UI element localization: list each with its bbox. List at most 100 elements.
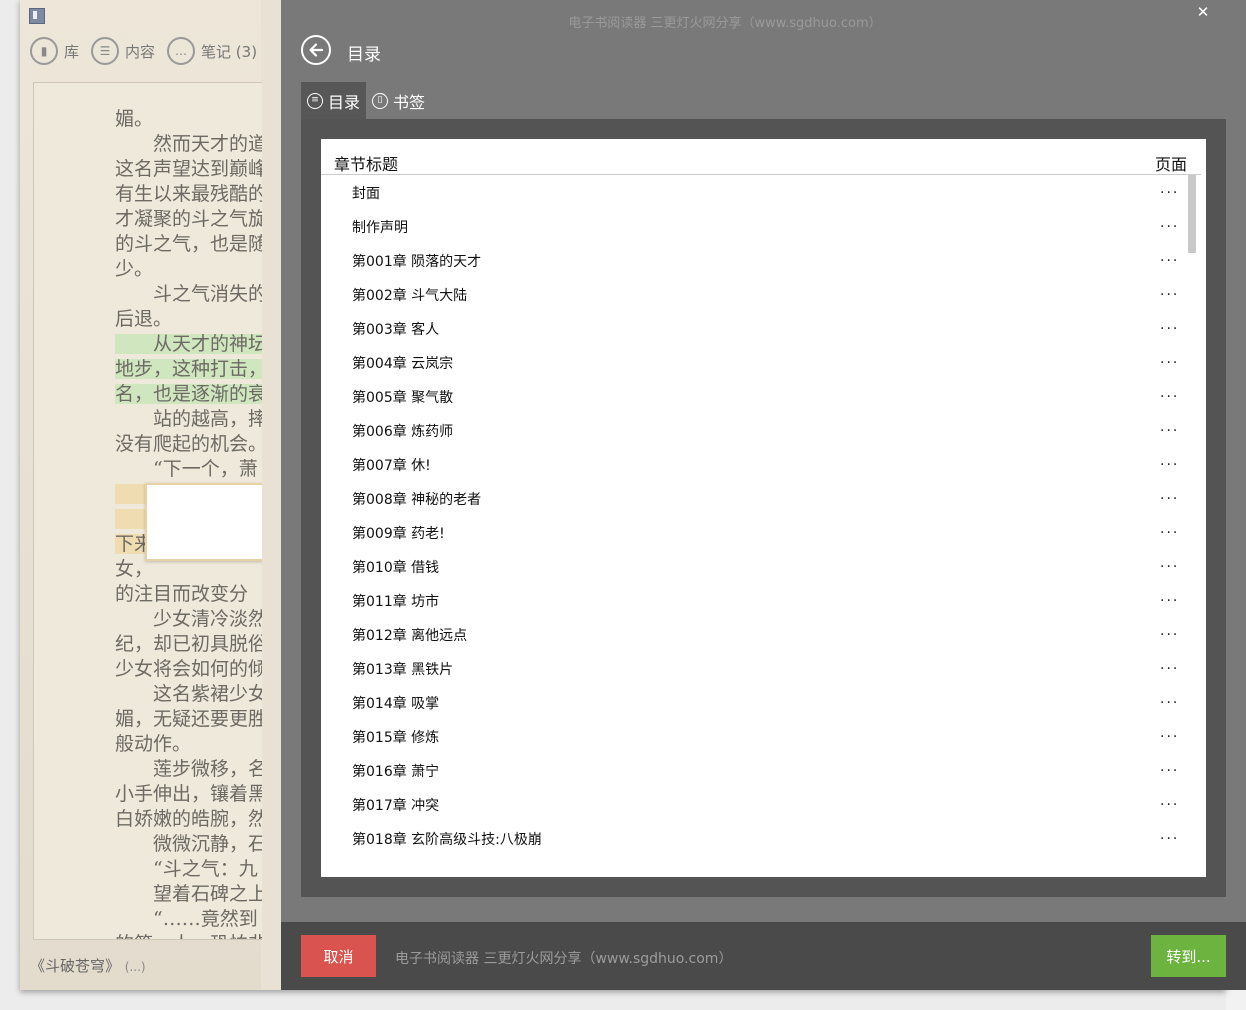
app-icon [29, 8, 45, 24]
chapter-page: ... [1160, 283, 1180, 299]
tab-contents[interactable]: ≡ 目录 [301, 82, 367, 119]
library-label: 库 [64, 42, 80, 61]
chapter-row[interactable]: 第010章 借钱... [321, 549, 1187, 583]
column-header-page: 页面 [1155, 155, 1188, 174]
notes-button[interactable]: … 笔记 (3) [167, 37, 257, 65]
chapter-row[interactable]: 第001章 陨落的天才... [321, 243, 1187, 277]
page-line: 媚。 [115, 108, 154, 130]
panel-footer: 取消 电子书阅读器 三更灯火网分享（www.sgdhuo.com） 转到... [281, 922, 1246, 990]
chapter-row[interactable]: 第013章 黑铁片... [321, 651, 1187, 685]
page-line: 才凝聚的斗之气旋 [115, 208, 262, 230]
chapter-page: ... [1160, 249, 1180, 265]
chapter-row[interactable]: 第009章 药老!... [321, 515, 1187, 549]
library-icon: ▮ [30, 37, 58, 65]
panel-title: 目录 [347, 45, 381, 65]
book-title: 《斗破苍穹》 [30, 957, 121, 975]
chapter-title: 第004章 云岚宗 [352, 356, 454, 372]
page-line: 女， [115, 558, 154, 580]
contents-label: 内容 [125, 42, 156, 61]
chapter-title: 第013章 黑铁片 [352, 662, 454, 678]
chapter-page: ... [1160, 623, 1180, 639]
page-line: 般动作。 [115, 733, 192, 755]
notes-label: 笔记 (3) [201, 42, 258, 61]
chapter-row[interactable]: 第018章 玄阶高级斗技:八极崩... [321, 821, 1187, 855]
book-page[interactable]: 媚。 然而天才的道 这名声望达到巅峰 有生以来最残酷的 才凝聚的斗之气旋 的斗之气，也是… [33, 82, 262, 940]
page-line: 后退。 [115, 308, 173, 330]
close-icon[interactable]: ✕ [1194, 3, 1212, 21]
page-line: 有生以来最残酷的 [115, 183, 262, 205]
chapter-row[interactable]: 第005章 聚气散... [321, 379, 1187, 413]
scrollbar[interactable] [1188, 175, 1198, 875]
chapter-row[interactable]: 第007章 休!... [321, 447, 1187, 481]
page-line: 微微沉静，石 [115, 833, 262, 855]
chapter-page: ... [1160, 759, 1180, 775]
chapter-row[interactable]: 第012章 离他远点... [321, 617, 1187, 651]
chapter-row[interactable]: 第016章 萧宁... [321, 753, 1187, 787]
page-line: “……竟然到 [115, 908, 258, 930]
page-line: 的斗之气，也是随 [115, 233, 262, 255]
tab-bookmarks[interactable]: ▯ 书签 [366, 82, 431, 119]
chapter-page: ... [1160, 215, 1180, 231]
chapter-title: 第015章 修炼 [352, 730, 440, 746]
chapter-row[interactable]: 第006章 炼药师... [321, 413, 1187, 447]
library-button[interactable]: ▮ 库 [30, 37, 79, 65]
note-popup[interactable] [145, 483, 262, 561]
chapter-title: 第002章 斗气大陆 [352, 288, 468, 304]
page-line: 从天才的神坛 [115, 334, 262, 354]
page-line: 白娇嫩的皓腕，然 [115, 808, 262, 830]
chapter-page: ... [1160, 317, 1180, 333]
bookmark-icon: ▯ [372, 92, 389, 109]
column-header-title: 章节标题 [334, 155, 399, 174]
chapter-page: ... [1160, 487, 1180, 503]
contents-button[interactable]: ☰ 内容 [91, 37, 155, 65]
page-line: 的第一人，恐怕非 [115, 934, 262, 939]
page-line: 纪，却已初具脱俗 [115, 633, 262, 655]
chapter-title: 第005章 聚气散 [352, 390, 454, 406]
chapter-title: 第001章 陨落的天才 [352, 254, 482, 270]
chapter-row[interactable]: 第017章 冲突... [321, 787, 1187, 821]
chapter-page: ... [1160, 657, 1180, 673]
chapter-row[interactable]: 第015章 修炼... [321, 719, 1187, 753]
scroll-thumb[interactable] [1188, 175, 1196, 253]
chapter-row[interactable]: 第003章 客人... [321, 311, 1187, 345]
page-line: 这名声望达到巅峰 [115, 158, 262, 180]
page-line: 望着石碑之上 [115, 883, 262, 905]
footer-watermark: 电子书阅读器 三更灯火网分享（www.sgdhuo.com） [395, 951, 733, 967]
chapter-row[interactable]: 第004章 云岚宗... [321, 345, 1187, 379]
chapter-title: 第009章 药老! [352, 526, 445, 542]
chapter-title: 第003章 客人 [352, 322, 440, 338]
reader-nav: ▮ 库 ☰ 内容 … 笔记 (3) [30, 37, 257, 65]
chapter-title: 第017章 冲突 [352, 798, 440, 814]
chapter-page: ... [1160, 351, 1180, 367]
page-line: “下一个，萧 [115, 458, 258, 480]
page-line: 地步，这种打击， [115, 359, 262, 379]
contents-icon: ☰ [91, 37, 120, 65]
chapter-title: 第007章 休! [352, 458, 431, 474]
chapter-page: ... [1160, 589, 1180, 605]
tab-bookmarks-label: 书签 [393, 92, 426, 112]
chapter-row[interactable]: 第014章 吸掌... [321, 685, 1187, 719]
chapter-row[interactable]: 制作声明... [321, 209, 1187, 243]
toc-tabs: ≡ 目录 ▯ 书签 [301, 82, 431, 119]
content-frame: 章节标题 页面 封面... 制作声明... 第001章 陨落的天才... 第002章 … [301, 119, 1226, 897]
chapter-page: ... [1160, 453, 1180, 469]
page-line: 站的越高，摔 [115, 408, 262, 430]
chapter-row[interactable]: 封面... [321, 175, 1187, 209]
chapter-page: ... [1160, 725, 1180, 741]
page-line: 少女清冷淡然 [115, 608, 262, 630]
cancel-button[interactable]: 取消 [301, 935, 376, 977]
back-button[interactable] [301, 35, 331, 65]
toc-panel: 电子书阅读器 三更灯火网分享（www.sgdhuo.com） ✕ 目录 ≡ 目录… [281, 0, 1246, 990]
page-line: 小手伸出，镶着黑 [115, 783, 262, 805]
page-line: 没有爬起的机会。 [115, 433, 262, 455]
reader-window: ▮ 库 ☰ 内容 … 笔记 (3) 媚。 然而天才的道 这名声望达到巅峰 有生以来最… [20, 0, 1246, 990]
chapter-row[interactable]: 第011章 坊市... [321, 583, 1187, 617]
chapter-title: 第016章 萧宁 [352, 764, 440, 780]
reader-pane: ▮ 库 ☰ 内容 … 笔记 (3) 媚。 然而天才的道 这名声望达到巅峰 有生以来最… [20, 0, 262, 990]
chapter-page: ... [1160, 181, 1180, 197]
chapter-title: 第014章 吸掌 [352, 696, 440, 712]
chapter-row[interactable]: 第002章 斗气大陆... [321, 277, 1187, 311]
goto-button[interactable]: 转到... [1151, 935, 1226, 977]
chapter-row[interactable]: 第008章 神秘的老者... [321, 481, 1187, 515]
book-title-suffix: (...) [124, 960, 146, 974]
